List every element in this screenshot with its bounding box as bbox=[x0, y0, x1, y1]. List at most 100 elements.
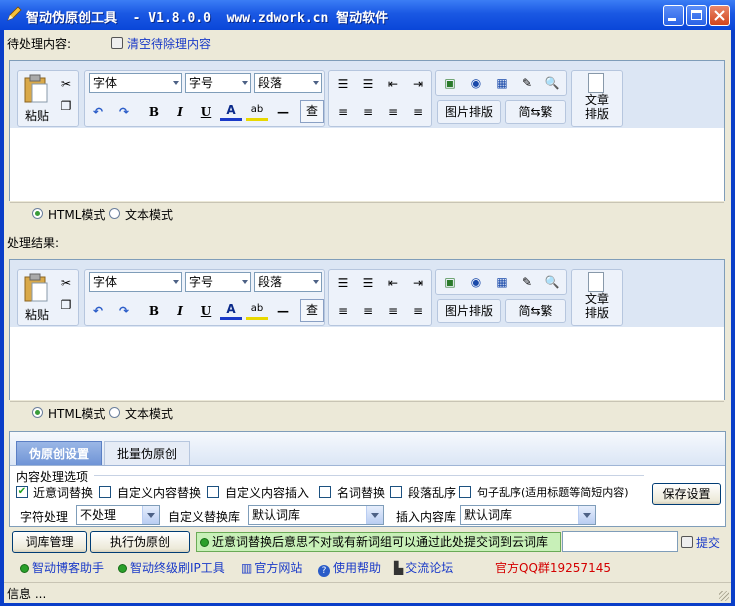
text-mode-radio[interactable] bbox=[109, 208, 120, 219]
outdent-icon[interactable]: ⇤ bbox=[382, 73, 404, 95]
insert-image-icon[interactable]: ▣ bbox=[439, 72, 461, 94]
paragraph-shuffle-label[interactable]: 段落乱序 bbox=[408, 484, 456, 501]
underline-button[interactable]: U bbox=[195, 101, 217, 123]
insert-table-icon[interactable]: ▦ bbox=[491, 271, 513, 293]
link-official-site[interactable]: ▥ 官方网站 bbox=[241, 559, 302, 576]
cut-icon[interactable]: ✂ bbox=[55, 73, 77, 95]
custom-replace-label[interactable]: 自定义内容替换 bbox=[117, 484, 201, 501]
html-mode-label[interactable]: HTML模式 bbox=[48, 405, 105, 422]
highlight-button[interactable]: ab bbox=[246, 99, 268, 121]
highlight-button[interactable]: ab bbox=[246, 298, 268, 320]
resize-grip-icon[interactable] bbox=[719, 591, 729, 601]
simp-trad-convert-button[interactable]: 简⇆繁 bbox=[505, 299, 566, 323]
save-settings-button[interactable]: 保存设置 bbox=[652, 483, 721, 505]
font-color-button[interactable]: A bbox=[220, 99, 242, 121]
html-mode-label[interactable]: HTML模式 bbox=[48, 206, 105, 223]
align-right-icon[interactable]: ≡ bbox=[382, 101, 404, 123]
execute-button[interactable]: 执行伪原创 bbox=[90, 531, 190, 553]
align-left-icon[interactable]: ≡ bbox=[332, 300, 354, 322]
near-synonym-checkbox[interactable]: ✔ bbox=[16, 486, 28, 498]
insert-link-icon[interactable]: ◉ bbox=[465, 271, 487, 293]
link-help[interactable]: ? 使用帮助 bbox=[318, 559, 381, 577]
submit-link[interactable]: 提交 bbox=[681, 534, 720, 551]
horizontal-rule-button[interactable]: — bbox=[272, 300, 294, 322]
size-select[interactable]: 字号 bbox=[185, 73, 251, 93]
indent-icon[interactable]: ⇥ bbox=[407, 272, 429, 294]
align-center-icon[interactable]: ≡ bbox=[357, 300, 379, 322]
italic-button[interactable]: I bbox=[169, 300, 191, 322]
align-justify-icon[interactable]: ≡ bbox=[407, 101, 429, 123]
image-layout-button[interactable]: 图片排版 bbox=[437, 299, 501, 323]
insert-table-icon[interactable]: ▦ bbox=[491, 72, 513, 94]
custom-insert-label[interactable]: 自定义内容插入 bbox=[225, 484, 309, 501]
paragraph-select[interactable]: 段落 bbox=[254, 272, 322, 292]
outdent-icon[interactable]: ⇤ bbox=[382, 272, 404, 294]
paste-icon[interactable] bbox=[23, 273, 49, 303]
near-synonym-label[interactable]: 近意词替换 bbox=[33, 484, 93, 501]
link-ip-tool[interactable]: 智动终级刷IP工具 bbox=[118, 559, 225, 576]
sentence-shuffle-label[interactable]: 句子乱序(适用标题等简短内容) bbox=[477, 484, 629, 500]
font-select[interactable]: 字体 bbox=[89, 73, 182, 93]
bold-button[interactable]: B bbox=[143, 101, 165, 123]
noun-replace-checkbox[interactable] bbox=[319, 486, 331, 498]
ordered-list-icon[interactable]: ☰ bbox=[332, 272, 354, 294]
custom-replace-checkbox[interactable] bbox=[99, 486, 111, 498]
maximize-button[interactable] bbox=[686, 5, 707, 26]
paragraph-shuffle-checkbox[interactable] bbox=[390, 486, 402, 498]
underline-button[interactable]: U bbox=[195, 300, 217, 322]
font-select[interactable]: 字体 bbox=[89, 272, 182, 292]
font-color-button[interactable]: A bbox=[220, 298, 242, 320]
align-right-icon[interactable]: ≡ bbox=[382, 300, 404, 322]
insert-note-icon[interactable]: ✎ bbox=[516, 72, 538, 94]
char-process-select[interactable]: 不处理 bbox=[76, 505, 160, 525]
noun-replace-label[interactable]: 名词替换 bbox=[337, 484, 385, 501]
size-select[interactable]: 字号 bbox=[185, 272, 251, 292]
find-button[interactable]: 查 bbox=[300, 100, 324, 123]
text-mode-radio[interactable] bbox=[109, 407, 120, 418]
clear-pending-link[interactable]: 清空待除理内容 bbox=[111, 35, 211, 52]
insert-link-icon[interactable]: ◉ bbox=[465, 72, 487, 94]
ordered-list-icon[interactable]: ☰ bbox=[332, 73, 354, 95]
cut-icon[interactable]: ✂ bbox=[55, 272, 77, 294]
editor-content-area[interactable] bbox=[10, 328, 724, 400]
align-left-icon[interactable]: ≡ bbox=[332, 101, 354, 123]
simp-trad-convert-button[interactable]: 简⇆繁 bbox=[505, 100, 566, 124]
tab-pseudo-original-settings[interactable]: 伪原创设置 bbox=[16, 441, 102, 465]
library-manage-button[interactable]: 词库管理 bbox=[12, 531, 87, 553]
paste-label[interactable]: 粘贴 bbox=[25, 107, 49, 124]
text-mode-label[interactable]: 文本模式 bbox=[125, 405, 173, 422]
find-button[interactable]: 查 bbox=[300, 299, 324, 322]
unordered-list-icon[interactable]: ☰ bbox=[357, 73, 379, 95]
submit-word-input[interactable] bbox=[562, 531, 678, 552]
editor-content-area[interactable] bbox=[10, 129, 724, 201]
custom-lib-select[interactable]: 默认词库 bbox=[248, 505, 384, 525]
sentence-shuffle-checkbox[interactable] bbox=[459, 486, 471, 498]
html-mode-radio[interactable] bbox=[32, 407, 43, 418]
undo-icon[interactable]: ↶ bbox=[87, 300, 109, 322]
copy-icon[interactable]: ❐ bbox=[55, 294, 77, 316]
horizontal-rule-button[interactable]: — bbox=[272, 101, 294, 123]
copy-icon[interactable]: ❐ bbox=[55, 95, 77, 117]
insert-lib-select[interactable]: 默认词库 bbox=[460, 505, 596, 525]
paragraph-select[interactable]: 段落 bbox=[254, 73, 322, 93]
link-blog-assistant[interactable]: 智动博客助手 bbox=[20, 559, 104, 576]
undo-icon[interactable]: ↶ bbox=[87, 101, 109, 123]
preview-icon[interactable]: 🔍 bbox=[541, 72, 563, 94]
link-forum[interactable]: ▙ 交流论坛 bbox=[394, 559, 453, 576]
minimize-button[interactable] bbox=[663, 5, 684, 26]
paste-icon[interactable] bbox=[23, 74, 49, 104]
bold-button[interactable]: B bbox=[143, 300, 165, 322]
align-center-icon[interactable]: ≡ bbox=[357, 101, 379, 123]
indent-icon[interactable]: ⇥ bbox=[407, 73, 429, 95]
custom-insert-checkbox[interactable] bbox=[207, 486, 219, 498]
insert-note-icon[interactable]: ✎ bbox=[516, 271, 538, 293]
text-mode-label[interactable]: 文本模式 bbox=[125, 206, 173, 223]
close-button[interactable] bbox=[709, 5, 730, 26]
insert-image-icon[interactable]: ▣ bbox=[439, 271, 461, 293]
preview-icon[interactable]: 🔍 bbox=[541, 271, 563, 293]
redo-icon[interactable]: ↷ bbox=[113, 300, 135, 322]
redo-icon[interactable]: ↷ bbox=[113, 101, 135, 123]
italic-button[interactable]: I bbox=[169, 101, 191, 123]
tab-batch-pseudo-original[interactable]: 批量伪原创 bbox=[104, 441, 190, 465]
unordered-list-icon[interactable]: ☰ bbox=[357, 272, 379, 294]
